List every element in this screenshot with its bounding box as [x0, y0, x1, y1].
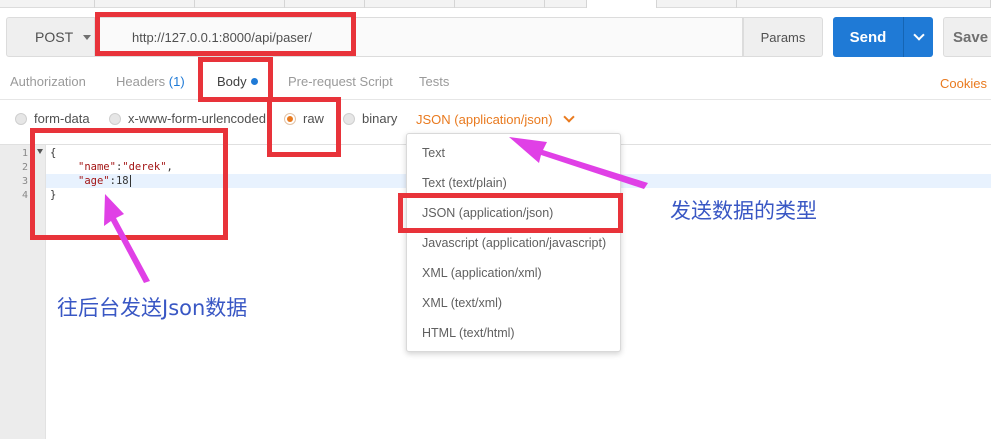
- annotation-send-json: 往后台发送Json数据: [57, 296, 248, 320]
- arrow-to-json-body-icon: [104, 194, 150, 283]
- arrow-to-content-type-icon: [509, 137, 648, 189]
- annotation-arrows: [104, 137, 648, 283]
- annotation-send-type: 发送数据的类型: [670, 199, 817, 223]
